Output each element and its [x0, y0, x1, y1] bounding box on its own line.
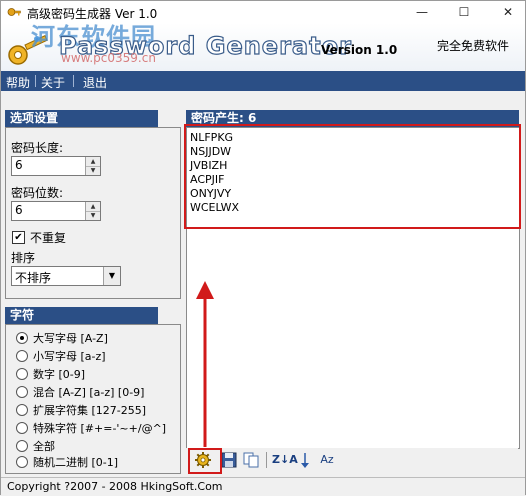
charset-option-label: 扩展字符集 [127-255] [33, 404, 147, 417]
length-spinner[interactable]: 6 ▲ ▼ [11, 156, 101, 176]
output-toolbar: Z↓A Az [186, 448, 518, 472]
radio-button[interactable] [16, 332, 28, 344]
minimize-button[interactable]: — [407, 1, 437, 23]
sort-desc-icon[interactable]: Z↓A [272, 451, 298, 469]
generate-highlight-box [188, 448, 222, 474]
menu-separator [73, 75, 74, 87]
charset-panel: 大写字母 [A-Z] 小写字母 [a-z] 数字 [0-9] 混合 [A-Z] … [5, 324, 181, 474]
password-line: WCELWX [190, 201, 240, 214]
version-label: Version 1.0 [321, 43, 398, 57]
password-line: ACPJIF [190, 173, 225, 186]
length-label: 密码长度: [11, 141, 64, 155]
charset-option-label: 小写字母 [a-z] [33, 350, 106, 363]
app-banner: 河东软件园 Password Generator www.pc0359.cn V… [1, 23, 525, 71]
radio-button[interactable] [16, 386, 28, 398]
case-toggle-icon[interactable]: Az [316, 451, 338, 469]
charset-option-label: 特殊字符 [#+=-'~+/@^] [33, 422, 167, 435]
count-spinner-buttons: ▲ ▼ [85, 202, 100, 220]
charset-option-label: 混合 [A-Z] [a-z] [0-9] [33, 386, 145, 399]
radio-button[interactable] [16, 350, 28, 362]
length-value: 6 [15, 158, 23, 172]
count-label: 密码位数: [11, 186, 64, 200]
toolbar-separator [266, 452, 267, 468]
charset-header: 字符 [5, 307, 158, 324]
red-arrow-annotation [196, 281, 214, 447]
password-line: NSJJDW [190, 145, 232, 158]
maximize-button[interactable]: ☐ [449, 1, 479, 23]
menu-about[interactable]: 关于 [41, 74, 65, 91]
menu-help[interactable]: 帮助 [6, 74, 30, 91]
radio-button[interactable] [16, 440, 28, 452]
watermark-url: www.pc0359.cn [61, 51, 156, 65]
close-button[interactable]: ✕ [493, 1, 523, 23]
sort-az-icon[interactable] [296, 451, 314, 469]
menu-separator [35, 75, 36, 87]
no-repeat-checkbox[interactable]: ✔ [12, 231, 25, 244]
menu-bar: 帮助 关于 退出 [1, 71, 525, 91]
length-spinner-buttons: ▲ ▼ [85, 157, 100, 175]
app-key-icon [7, 8, 21, 16]
length-down-arrow-icon[interactable]: ▼ [86, 166, 100, 175]
radio-button[interactable] [16, 422, 28, 434]
app-window: 高级密码生成器 Ver 1.0 — ☐ ✕ 河东软件园 Password Gen… [0, 0, 526, 496]
copyright-text: Copyright ?2007 - 2008 HkingSoft.Com [7, 480, 223, 493]
chevron-down-icon[interactable]: ▼ [103, 267, 120, 285]
charset-option-label: 随机二进制 [0-1] [33, 456, 119, 469]
copy-icon[interactable] [242, 451, 260, 469]
free-software-label: 完全免费软件 [437, 39, 510, 53]
radio-button[interactable] [16, 456, 28, 468]
sort-select[interactable]: 不排序 ▼ [11, 266, 121, 286]
sort-label: 排序 [11, 251, 36, 265]
options-header: 选项设置 [5, 110, 158, 127]
status-bar: Copyright ?2007 - 2008 HkingSoft.Com [1, 477, 525, 496]
password-line: JVBIZH [190, 159, 228, 172]
count-value: 6 [15, 203, 23, 217]
password-line: ONYJVY [190, 187, 232, 200]
count-down-arrow-icon[interactable]: ▼ [86, 211, 100, 220]
charset-option-label: 数字 [0-9] [33, 368, 86, 381]
password-line: NLFPKG [190, 131, 234, 144]
no-repeat-label: 不重复 [30, 231, 67, 245]
charset-option-label: 全部 [33, 440, 55, 453]
menu-exit[interactable]: 退出 [83, 74, 107, 91]
sort-value: 不排序 [15, 271, 52, 285]
radio-button[interactable] [16, 368, 28, 380]
count-spinner[interactable]: 6 ▲ ▼ [11, 201, 101, 221]
save-icon[interactable] [220, 451, 238, 469]
charset-option-label: 大写字母 [A-Z] [33, 332, 108, 345]
radio-button[interactable] [16, 404, 28, 416]
options-panel: 密码长度: 6 ▲ ▼ 密码位数: 6 ▲ ▼ ✔ 不重复 排序 不排序 ▼ [5, 127, 181, 299]
